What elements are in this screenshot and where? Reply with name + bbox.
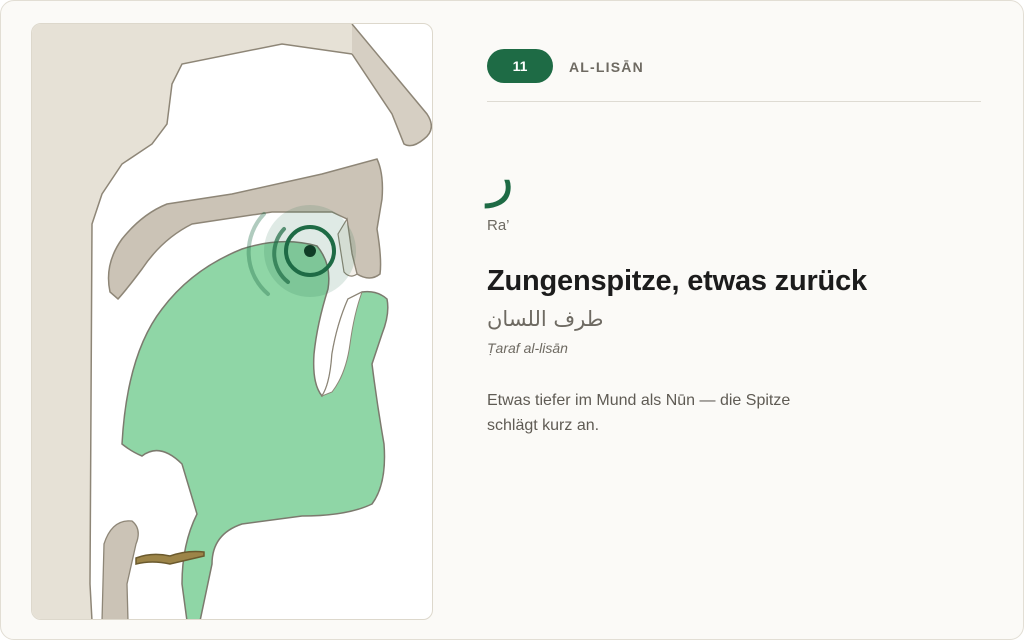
skull-outline [351,24,432,147]
transliteration: Ṭaraf al-lisān [487,340,568,356]
letter-name: Ra’ [487,217,510,234]
hyoid-bone [101,520,139,619]
page-title: Zungenspitze, etwas zurück [487,265,867,297]
mouth-cross-section-diagram [32,24,432,619]
lesson-number-badge: 11 [487,49,553,83]
section-label: AL-LISĀN [569,59,644,75]
lesson-header: 11 AL-LISĀN [487,49,981,102]
arabic-term: طرف اللسان [487,307,604,331]
description: Etwas tiefer im Mund als Nūn — die Spitz… [487,392,791,434]
lesson-card: 11 AL-LISĀN ر Ra’ Zungenspitze, etwas zu… [0,0,1024,640]
mouth-diagram [31,23,433,620]
arabic-letter: ر [487,144,515,209]
letter-display: ر [487,149,547,221]
